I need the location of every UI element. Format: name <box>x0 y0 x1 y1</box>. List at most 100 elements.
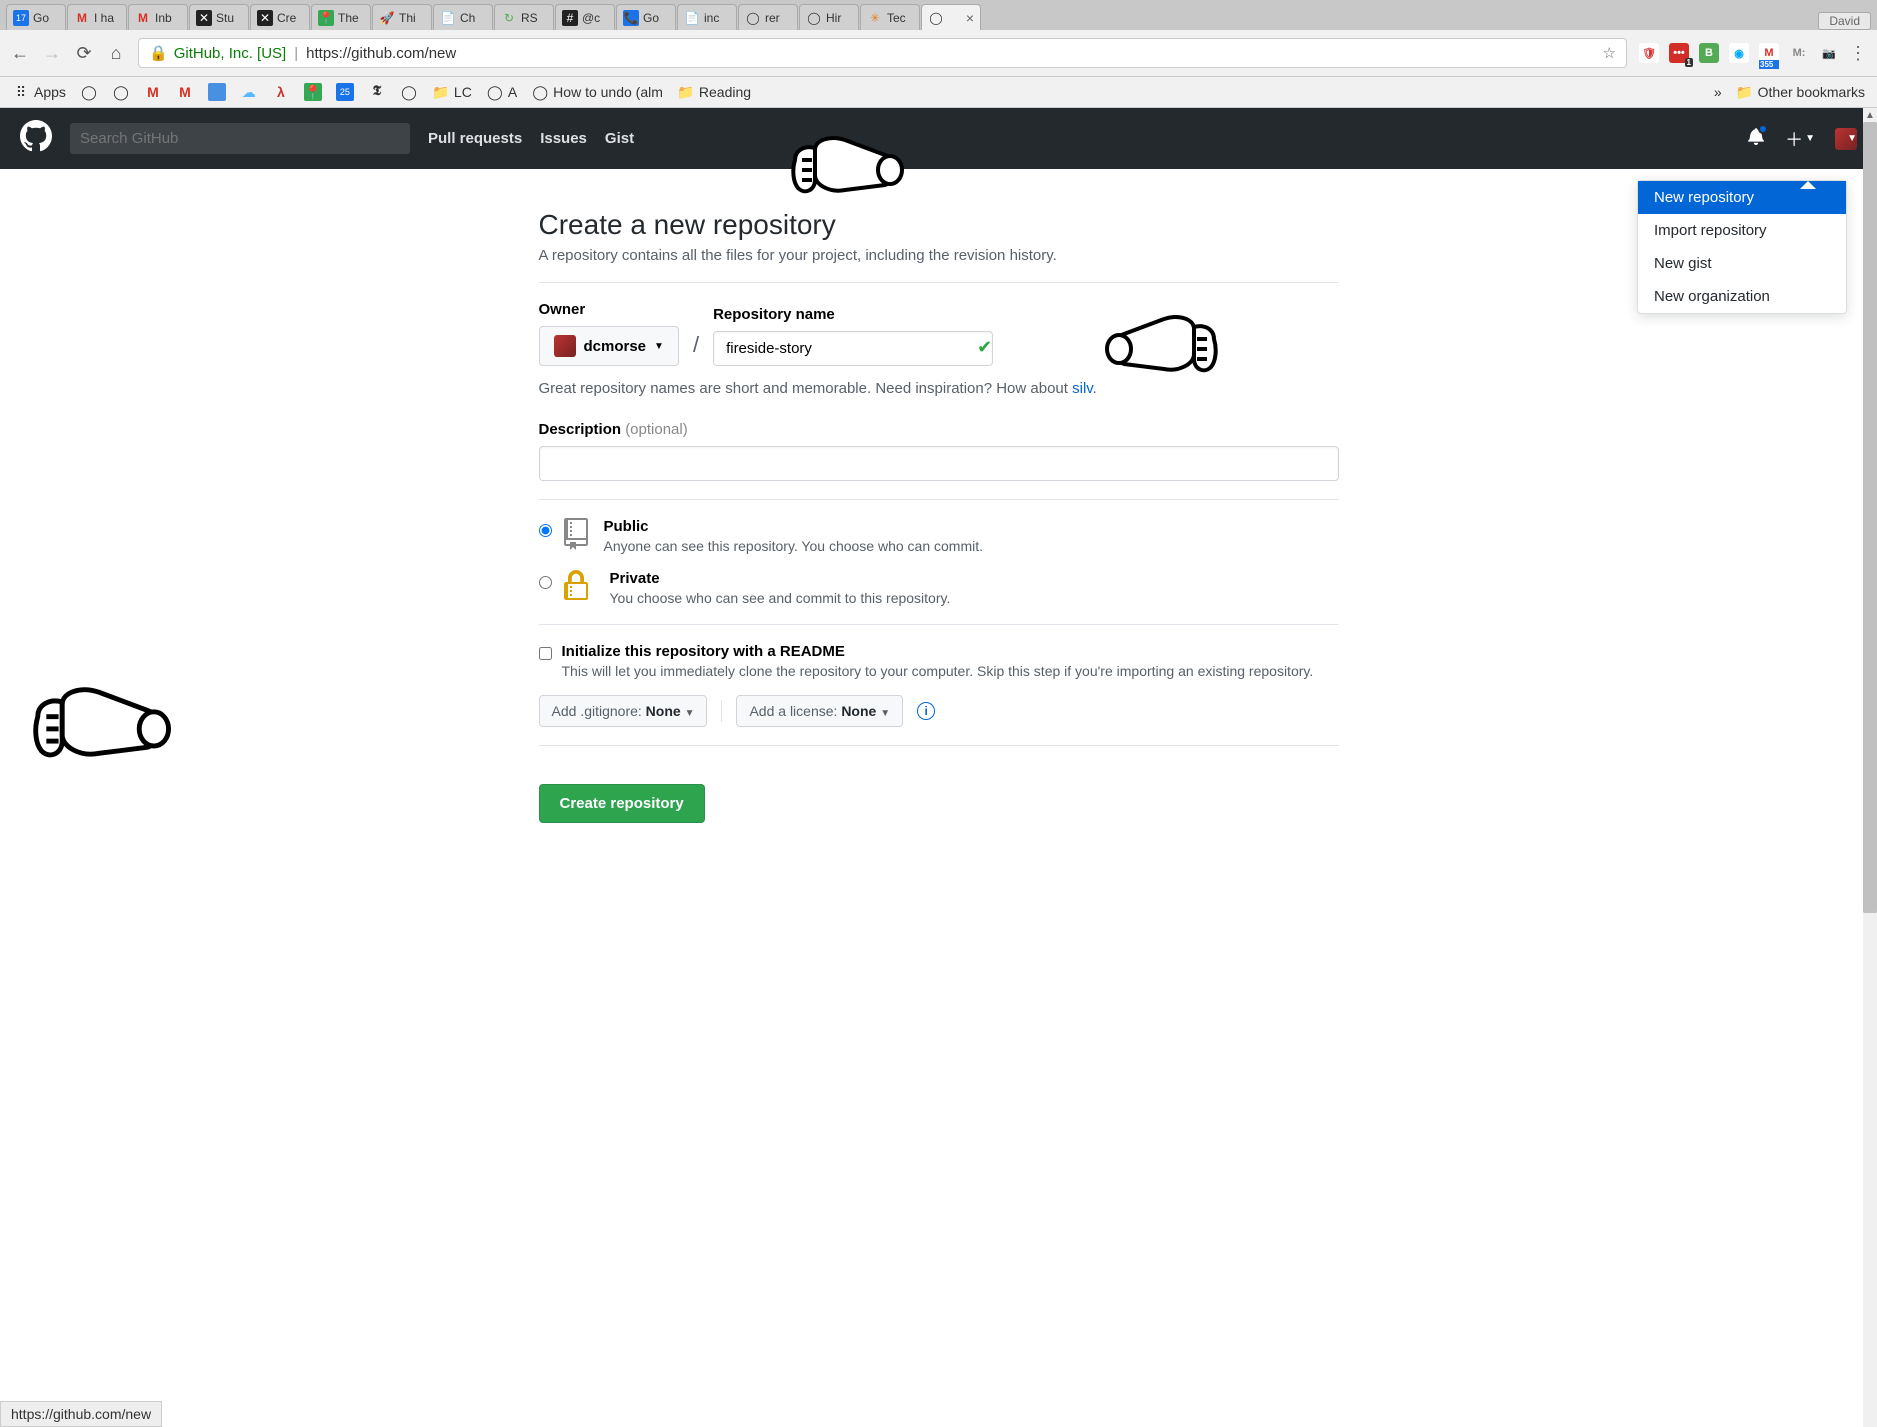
bookmark-folder[interactable]: 📁Reading <box>677 83 751 101</box>
dropdown-import-repository[interactable]: Import repository <box>1638 214 1846 247</box>
dropdown-new-organization[interactable]: New organization <box>1638 280 1846 313</box>
create-menu-button[interactable]: ＋▼ <box>1785 126 1815 152</box>
bookmark-item[interactable] <box>208 83 226 101</box>
scrollbar[interactable]: ▲ <box>1863 108 1877 1427</box>
annotation-pointer-icon <box>30 680 180 790</box>
back-button[interactable]: ← <box>10 43 30 63</box>
description-label: Description (optional) <box>539 421 1339 438</box>
bookmark-item[interactable]: ◯ <box>112 83 130 101</box>
annotation-pointer-icon <box>1099 309 1219 399</box>
ext-skype-icon[interactable]: ◉ <box>1729 43 1749 63</box>
close-tab-icon[interactable]: × <box>966 10 974 26</box>
browser-tab[interactable]: MInb <box>128 4 188 30</box>
new-tab-button[interactable] <box>982 4 1012 30</box>
divider <box>539 282 1339 283</box>
bookmark-item[interactable]: ◯ <box>400 83 418 101</box>
create-repository-button[interactable]: Create repository <box>539 784 705 823</box>
public-desc: Anyone can see this repository. You choo… <box>604 538 984 554</box>
bookmark-item[interactable]: M <box>144 83 162 101</box>
repo-public-icon <box>562 518 594 550</box>
license-info-icon[interactable]: i <box>917 702 935 720</box>
browser-tab[interactable]: 📍The <box>311 4 371 30</box>
user-menu-button[interactable]: ▼ <box>1835 128 1857 150</box>
divider <box>539 499 1339 500</box>
bookmark-item[interactable]: ☁ <box>240 83 258 101</box>
browser-tab[interactable]: 📞Go <box>616 4 676 30</box>
page-subtitle: A repository contains all the files for … <box>539 247 1339 264</box>
chrome-menu-icon[interactable]: ⋮ <box>1849 43 1867 64</box>
dropdown-new-repository[interactable]: New repository <box>1638 181 1846 214</box>
browser-tab-active[interactable]: ◯× <box>921 4 981 30</box>
github-header: Pull requests Issues Gist ＋▼ ▼ <box>0 108 1877 169</box>
annotation-pointer-icon <box>790 130 910 220</box>
browser-tab[interactable]: ✕Cre <box>250 4 310 30</box>
bookmark-overflow[interactable]: » <box>1714 84 1722 100</box>
bookmark-folder[interactable]: 📁LC <box>432 83 472 101</box>
browser-tab[interactable]: #@c <box>555 4 615 30</box>
url-input[interactable]: 🔒 GitHub, Inc. [US] | https://github.com… <box>138 38 1627 68</box>
notifications-icon[interactable] <box>1747 127 1765 150</box>
gitignore-select[interactable]: Add .gitignore: None ▼ <box>539 695 708 727</box>
repo-name-input[interactable] <box>713 331 993 366</box>
browser-tab[interactable]: 🚀Thi <box>372 4 432 30</box>
browser-tab[interactable]: ✳Tec <box>860 4 920 30</box>
private-radio[interactable] <box>539 576 552 589</box>
search-input[interactable] <box>70 123 410 154</box>
divider <box>539 624 1339 625</box>
other-bookmarks[interactable]: 📁Other bookmarks <box>1736 83 1865 101</box>
lastpass-icon[interactable]: •••1 <box>1669 43 1689 63</box>
ext-b-icon[interactable]: B <box>1699 43 1719 63</box>
browser-tab[interactable]: 17Go <box>6 4 66 30</box>
github-logo-icon[interactable] <box>20 120 52 157</box>
bookmark-item[interactable]: 25 <box>336 83 354 101</box>
bookmark-item[interactable]: ◯How to undo (alm <box>531 83 663 101</box>
apps-button[interactable]: ⠿Apps <box>12 83 66 101</box>
private-desc: You choose who can see and commit to thi… <box>610 590 951 606</box>
repo-private-icon <box>562 570 594 602</box>
ublock-icon[interactable]: 🛡 <box>1639 43 1659 63</box>
nav-gist[interactable]: Gist <box>605 130 634 147</box>
scroll-up-icon[interactable]: ▲ <box>1863 108 1877 122</box>
nav-pull-requests[interactable]: Pull requests <box>428 130 522 147</box>
browser-tab[interactable]: ◯Hir <box>799 4 859 30</box>
ext-m-icon[interactable]: M: <box>1789 43 1809 63</box>
lock-icon: 🔒 <box>149 44 168 62</box>
public-title: Public <box>604 518 649 535</box>
bookmark-item[interactable]: 📍 <box>304 83 322 101</box>
divider <box>539 745 1339 746</box>
tab-strip: 17Go MI ha MInb ✕Stu ✕Cre 📍The 🚀Thi 📄Ch … <box>0 0 1877 30</box>
url-origin: GitHub, Inc. [US] <box>174 45 287 62</box>
description-input[interactable] <box>539 446 1339 481</box>
readme-checkbox[interactable] <box>539 647 552 660</box>
browser-tab[interactable]: MI ha <box>67 4 127 30</box>
readme-desc: This will let you immediately clone the … <box>562 663 1314 679</box>
suggestion-link[interactable]: silv <box>1072 380 1093 397</box>
nav-issues[interactable]: Issues <box>540 130 587 147</box>
gmail-ext-icon[interactable]: M355 <box>1759 43 1779 63</box>
bookmark-item[interactable]: M <box>176 83 194 101</box>
browser-tab[interactable]: ✕Stu <box>189 4 249 30</box>
create-dropdown: New repository Import repository New gis… <box>1637 180 1847 314</box>
browser-tab[interactable]: 📄Ch <box>433 4 493 30</box>
valid-check-icon: ✔ <box>977 337 992 358</box>
star-icon[interactable]: ☆ <box>1603 44 1616 62</box>
slash-separator: / <box>693 332 699 366</box>
reload-button[interactable]: ⟳ <box>74 43 94 63</box>
scrollbar-thumb[interactable] <box>1863 122 1877 913</box>
home-button[interactable]: ⌂ <box>106 43 126 63</box>
bookmark-item[interactable]: ◯A <box>486 83 517 101</box>
readme-title: Initialize this repository with a README <box>562 643 845 660</box>
public-radio[interactable] <box>539 524 552 537</box>
license-select[interactable]: Add a license: None ▼ <box>736 695 903 727</box>
github-favicon-icon: ◯ <box>928 10 944 26</box>
browser-tab[interactable]: ◯rer <box>738 4 798 30</box>
bookmark-item[interactable]: λ <box>272 83 290 101</box>
owner-select[interactable]: dcmorse ▼ <box>539 326 679 366</box>
browser-tab[interactable]: ↻RS <box>494 4 554 30</box>
dropdown-new-gist[interactable]: New gist <box>1638 247 1846 280</box>
chrome-profile-badge[interactable]: David <box>1818 12 1871 30</box>
bookmark-item[interactable]: ◯ <box>80 83 98 101</box>
camera-icon[interactable]: 📷 <box>1819 43 1839 63</box>
browser-tab[interactable]: 📄inc <box>677 4 737 30</box>
bookmark-item[interactable]: 𝕿 <box>368 83 386 101</box>
